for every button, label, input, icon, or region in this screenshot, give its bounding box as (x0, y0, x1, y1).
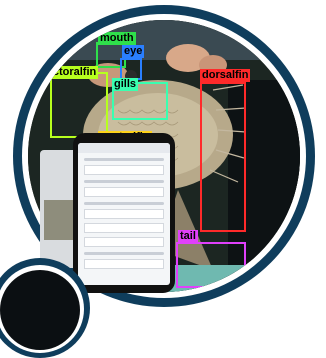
mouth-label: mouth (98, 32, 136, 45)
eye-box (120, 58, 142, 80)
screen-field (84, 165, 164, 175)
dorsalfin-box (200, 82, 246, 232)
gills-label: gills (112, 78, 139, 91)
screen-field (84, 223, 164, 233)
pectoralfin-box (50, 72, 108, 138)
phone-device (73, 133, 175, 293)
dorsalfin-label: dorsalfin (200, 69, 251, 82)
tail-label: tail (178, 230, 198, 243)
screen-field (84, 209, 164, 219)
screen-field (84, 237, 164, 247)
screen-field (84, 259, 164, 269)
corner-dark-image (0, 270, 80, 350)
phone-screen (78, 143, 170, 285)
screen-line (84, 252, 164, 255)
tail-box (176, 242, 246, 288)
screen-field (84, 187, 164, 197)
screen-line (84, 202, 164, 205)
phone-screen-header (78, 143, 170, 153)
screen-line (84, 158, 164, 161)
pectoralfin-label: pectoralfin (38, 66, 99, 79)
eye-label: eye (122, 45, 145, 58)
screen-line (84, 180, 164, 183)
